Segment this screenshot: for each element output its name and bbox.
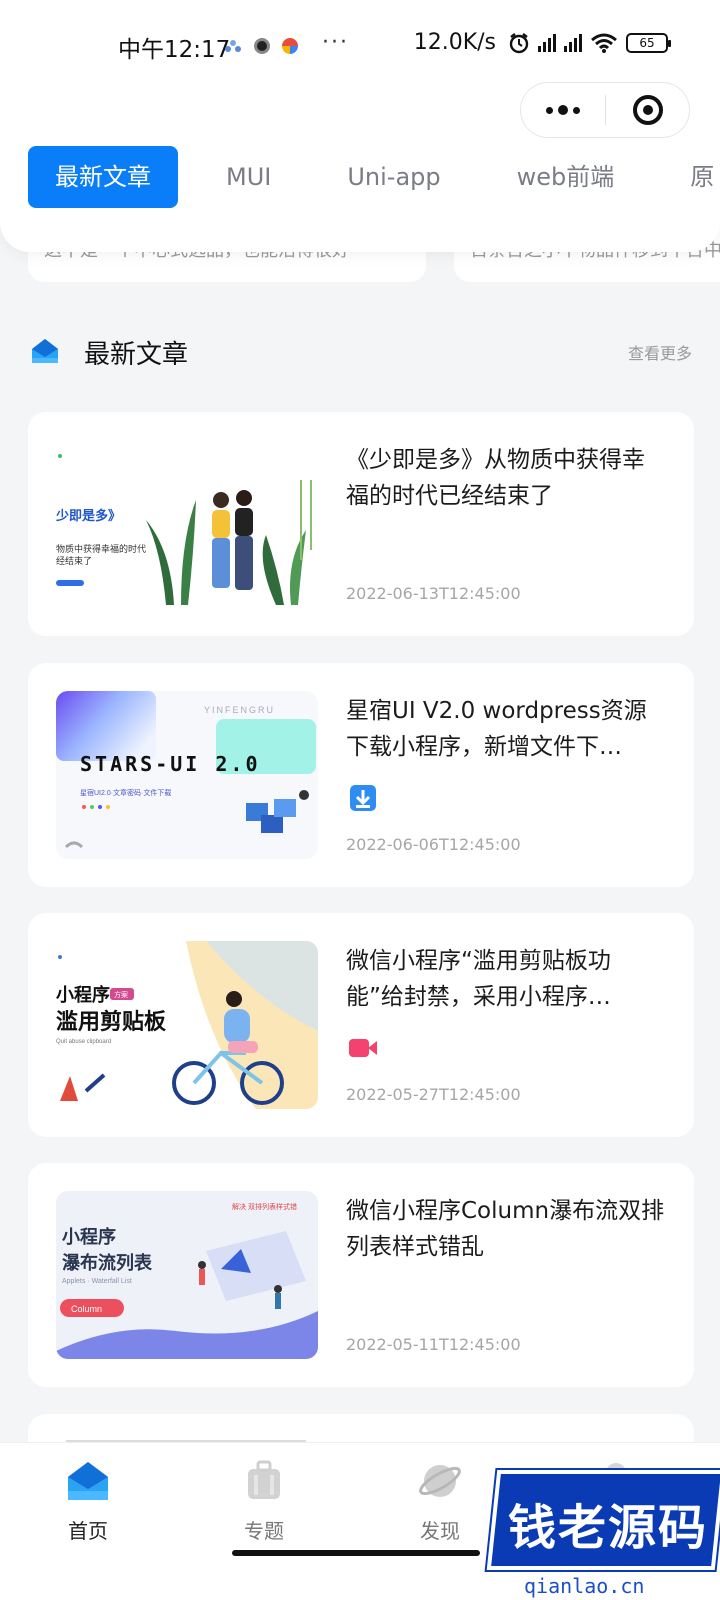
signal-hd-icon [538, 33, 556, 52]
tabbar-discover[interactable]: 发现 [380, 1457, 500, 1544]
close-miniprogram-button[interactable] [606, 95, 689, 125]
net-speed: 12.0K/s [413, 30, 496, 55]
browser-notification-icon [282, 37, 298, 54]
article-title: 《少即是多》从物质中获得幸福的时代已经结束了 [346, 447, 645, 509]
battery-icon: 65 [626, 32, 671, 53]
article-title: 星宿UI V2.0 wordpress资源下载小程序，新增文件下… [346, 698, 647, 760]
tab-original[interactable]: 原 [662, 146, 720, 208]
status-system-icons: 12.0K/s 65 [413, 30, 671, 55]
planet-icon [419, 1465, 461, 1497]
thumb-heading: 少即是多》 [56, 508, 121, 523]
article-card[interactable]: 少即是多》 物质中获得幸福的时代 经结束了 《少即是多》从物质中获得幸福的时代已… [28, 412, 694, 636]
thumb-heading: 滥用剪贴板 [56, 1009, 167, 1034]
article-title: 微信小程序Column瀑布流双排列表样式错乱 [346, 1198, 665, 1260]
miniprogram-capsule [520, 82, 690, 138]
more-notifications-icon: ··· [322, 30, 349, 55]
thumb-heading: STARS-UI 2.0 [80, 752, 261, 776]
tabbar-label: 首页 [68, 1519, 108, 1543]
tab-latest-articles[interactable]: 最新文章 [28, 146, 178, 208]
thumb-brand: YINFENGRU [204, 705, 275, 715]
article-thumbnail: 解决 双排列表样式错 小程序 瀑布流列表 Applets · Waterfall… [56, 1191, 318, 1359]
more-menu-button[interactable] [521, 83, 605, 137]
article-thumbnail: 小程序 方案 滥用剪贴板 Quit abuse clipboard [56, 941, 318, 1109]
article-card[interactable]: 解决 双排列表样式错 小程序 瀑布流列表 Applets · Waterfall… [28, 1163, 694, 1387]
article-thumbnail: YINFENGRU STARS-UI 2.0 星宿UI2.0·文章密码·文件下载 [56, 691, 318, 859]
download-badge-icon [350, 785, 376, 811]
tabbar-label: 发现 [420, 1519, 460, 1543]
article-title: 微信小程序“滥用剪贴板功能”给封禁，采用小程序… [346, 948, 611, 1010]
tab-uni-app[interactable]: Uni-app [319, 146, 468, 208]
thumb-sub: 星宿UI2.0·文章密码·文件下载 [80, 788, 171, 797]
article-date: 2022-05-27T12:45:00 [346, 1085, 521, 1104]
watermark-logo: 钱老源码 qianlao.cn [486, 1470, 720, 1600]
signal-icon [564, 33, 582, 52]
article-card[interactable]: YINFENGRU STARS-UI 2.0 星宿UI2.0·文章密码·文件下载… [28, 663, 694, 887]
watermark-text: 钱老源码 [508, 1500, 709, 1556]
tab-web-frontend[interactable]: web前端 [489, 146, 643, 208]
tabbar-topics[interactable]: 专题 [204, 1457, 324, 1544]
network-nodes-icon [225, 39, 241, 52]
thumb-top: 解决 双排列表样式错 [232, 1202, 297, 1211]
section-title: 最新文章 [84, 340, 189, 370]
thumb-tag: 方案 [114, 990, 128, 999]
tabbar-label: 专题 [244, 1519, 284, 1543]
wifi-icon [591, 33, 617, 53]
article-date: 2022-05-11T12:45:00 [346, 1335, 521, 1354]
status-notification-icons: ··· [224, 30, 349, 55]
thumb-heading: 小程序 [62, 1226, 116, 1247]
article-date: 2022-06-06T12:45:00 [346, 835, 521, 854]
thumb-heading: 瀑布流列表 [62, 1252, 153, 1273]
article-date: 2022-06-13T12:45:00 [346, 584, 521, 603]
article-card[interactable]: 小程序 方案 滥用剪贴板 Quit abuse clipboard 微信小程序“… [28, 913, 694, 1137]
watermark-url: qianlao.cn [524, 1574, 645, 1598]
status-bar: 中午12:17 ··· 12.0K/s 65 [0, 0, 720, 86]
thumb-heading: 小程序 [56, 984, 110, 1005]
target-close-icon [632, 95, 663, 125]
article-thumbnail: 少即是多》 物质中获得幸福的时代 经结束了 [56, 440, 318, 608]
view-more-link[interactable]: 查看更多 [628, 340, 692, 364]
section-header: 最新文章 查看更多 [30, 330, 692, 380]
home-icon [68, 1462, 108, 1500]
home-indicator[interactable] [232, 1550, 480, 1556]
video-badge-icon [349, 1039, 377, 1057]
category-tabs: 最新文章 MUI Uni-app web前端 原 [28, 146, 720, 208]
thumb-line: 物质中获得幸福的时代 [56, 543, 146, 554]
status-time: 中午12:17 [118, 37, 231, 63]
thumb-line: 经结束了 [56, 555, 92, 566]
alarm-icon [509, 32, 529, 53]
house-icon [32, 339, 58, 363]
tabbar-home[interactable]: 首页 [28, 1457, 148, 1544]
app-notification-icon [254, 37, 270, 54]
suitcase-icon [248, 1460, 280, 1499]
thumb-sub: Quit abuse clipboard [56, 1039, 111, 1045]
thumb-sub: Applets · Waterfall List [62, 1278, 132, 1285]
tab-mui[interactable]: MUI [198, 146, 299, 208]
thumb-button: Column [71, 1304, 102, 1314]
